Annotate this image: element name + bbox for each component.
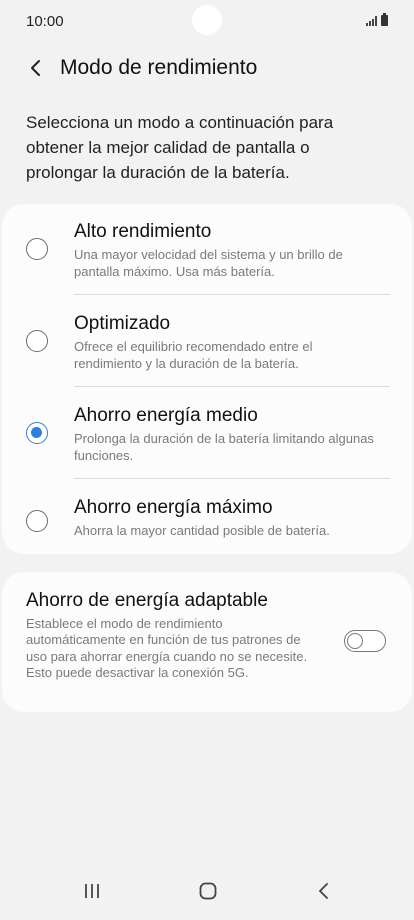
status-icons: [366, 13, 388, 26]
battery-icon: [381, 13, 388, 26]
divider: [74, 386, 390, 387]
radio-button-selected[interactable]: [26, 422, 48, 444]
mode-option-ahorro-maximo[interactable]: Ahorro energía máximo Ahorra la mayor ca…: [2, 480, 412, 554]
header: Modo de rendimiento: [0, 50, 414, 86]
adaptive-title: Ahorro de energía adaptable: [26, 590, 268, 611]
adaptive-description: Establece el modo de rendimiento automát…: [26, 616, 308, 680]
mode-description: Una mayor velocidad del sistema y un bri…: [74, 247, 343, 279]
mode-title: Alto rendimiento: [74, 221, 212, 242]
status-time: 10:00: [26, 13, 64, 30]
chevron-left-icon: [31, 60, 40, 76]
home-icon: [199, 882, 217, 900]
back-button[interactable]: [18, 50, 54, 86]
mode-option-ahorro-medio[interactable]: Ahorro energía medio Prolonga la duració…: [2, 388, 412, 480]
mode-option-alto-rendimiento[interactable]: Alto rendimiento Una mayor velocidad del…: [2, 204, 412, 296]
page-description: Selecciona un modo a continuación para o…: [26, 113, 334, 182]
radio-button[interactable]: [26, 510, 48, 532]
mode-description: Ofrece el equilibrio recomendado entre e…: [74, 339, 313, 371]
radio-button[interactable]: [26, 330, 48, 352]
screen: 10:00 Modo de rendimiento Selecciona un …: [0, 0, 414, 920]
mode-title: Optimizado: [74, 313, 171, 334]
divider: [74, 478, 390, 479]
mode-title: Ahorro energía medio: [74, 405, 258, 426]
adaptive-toggle-switch[interactable]: [344, 630, 386, 652]
performance-modes-card: Alto rendimiento Una mayor velocidad del…: [2, 204, 412, 554]
divider: [74, 294, 390, 295]
navigation-bar: [0, 864, 414, 920]
home-button[interactable]: [188, 876, 228, 906]
nav-back-button[interactable]: [304, 876, 344, 906]
mode-option-optimizado[interactable]: Optimizado Ofrece el equilibrio recomend…: [2, 296, 412, 388]
recents-icon: [85, 884, 99, 898]
signal-icon: [366, 16, 377, 26]
mode-title: Ahorro energía máximo: [74, 497, 273, 518]
page-title: Modo de rendimiento: [60, 56, 258, 79]
camera-cutout: [192, 5, 222, 35]
mode-description: Prolonga la duración de la batería limit…: [74, 431, 374, 463]
radio-button[interactable]: [26, 238, 48, 260]
toggle-knob: [347, 632, 363, 649]
mode-description: Ahorra la mayor cantidad posible de bate…: [74, 523, 330, 538]
recents-button[interactable]: [72, 876, 112, 906]
back-icon: [319, 883, 328, 899]
status-bar: 10:00: [0, 0, 414, 42]
adaptive-power-saving-card[interactable]: Ahorro de energía adaptable Establece el…: [2, 572, 412, 712]
